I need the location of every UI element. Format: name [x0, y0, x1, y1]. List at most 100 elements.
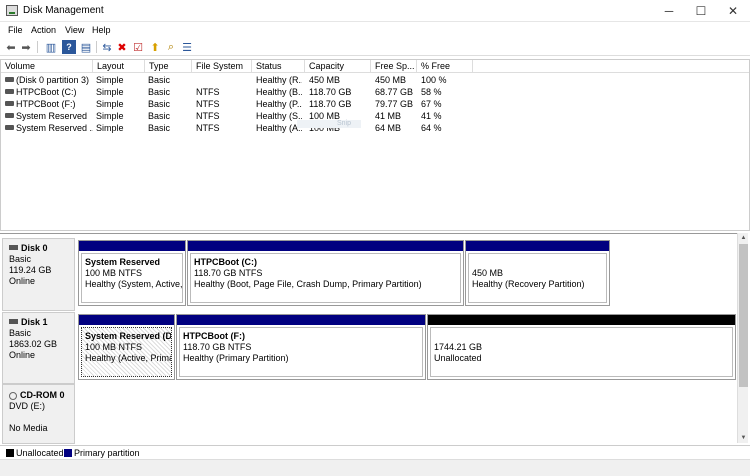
col-file-system[interactable]: File System — [192, 60, 252, 73]
back-icon[interactable]: ⬅ — [4, 40, 18, 54]
partition-recovery[interactable]: 450 MB Healthy (Recovery Partition) — [465, 240, 610, 306]
partition-status: Healthy (System, Active, Pr — [85, 279, 183, 289]
cell-file-system: NTFS — [196, 123, 220, 133]
col-volume[interactable]: Volume — [1, 60, 93, 73]
cell-type: Basic — [148, 123, 171, 133]
disk-state: Online — [9, 350, 36, 360]
volume-icon — [5, 89, 14, 95]
cell-volume: System Reserved ... — [5, 122, 93, 134]
unallocated-bar — [428, 315, 735, 325]
console-tree-icon[interactable]: ▥ — [44, 40, 58, 54]
menu-action[interactable]: Action — [31, 25, 56, 35]
partition-title — [472, 257, 603, 268]
partition-unallocated[interactable]: 1744.21 GB Unallocated — [427, 314, 736, 380]
cell-percent-free: 100 % — [421, 75, 447, 85]
help-icon[interactable]: ? — [62, 40, 76, 54]
col-type[interactable]: Type — [145, 60, 192, 73]
cell-type: Basic — [148, 111, 171, 121]
maximize-button[interactable]: ☐ — [684, 0, 718, 22]
partition-bar — [79, 315, 174, 325]
cell-free-space: 41 MB — [375, 111, 402, 121]
partition-title: HTPCBoot (F:) — [183, 331, 245, 341]
partition-size: 118.70 GB NTFS — [183, 342, 252, 352]
scroll-thumb[interactable] — [739, 244, 748, 387]
partition-size: 450 MB — [472, 268, 504, 278]
table-row[interactable]: System Reserved Simple Basic NTFS Health… — [1, 110, 749, 122]
cell-type: Basic — [148, 99, 171, 109]
list-icon[interactable]: ☰ — [180, 40, 194, 54]
disk-view-scrollbar[interactable]: ▲ ▼ — [737, 233, 748, 443]
cell-free-space: 64 MB — [375, 123, 402, 133]
disk-drive-icon — [9, 319, 18, 325]
partition-body: System Reserved 100 MB NTFS Healthy (Sys… — [81, 253, 183, 303]
partition-body-selected: System Reserved (D:) 100 MB NTFS Healthy… — [81, 327, 172, 377]
cell-file-system: NTFS — [196, 111, 220, 121]
menu-help[interactable]: Help — [92, 25, 111, 35]
partition-bar — [466, 241, 609, 251]
volume-icon — [5, 125, 14, 131]
col-percent-free[interactable]: % Free — [417, 60, 473, 73]
col-layout[interactable]: Layout — [93, 60, 145, 73]
scroll-down-arrow-icon[interactable]: ▼ — [738, 433, 749, 443]
search-icon[interactable]: ⌕ — [164, 40, 178, 54]
delete-icon[interactable]: ✖ — [115, 40, 129, 54]
partition-size: 1744.21 GB — [434, 342, 483, 352]
disk-graphical-view: Disk 0 Basic 119.24 GB Online System Res… — [0, 233, 737, 444]
partition-system-reserved[interactable]: System Reserved 100 MB NTFS Healthy (Sys… — [78, 240, 186, 306]
col-free-space[interactable]: Free Sp... — [371, 60, 417, 73]
partition-body: HTPCBoot (F:) 118.70 GB NTFS Healthy (Pr… — [179, 327, 423, 377]
cell-capacity: 118.70 GB — [309, 99, 352, 109]
partition-htpcboot-c[interactable]: HTPCBoot (C:) 118.70 GB NTFS Healthy (Bo… — [187, 240, 464, 306]
disk-state: Online — [9, 276, 36, 286]
disk-row-disk-0: Disk 0 Basic 119.24 GB Online System Res… — [0, 238, 737, 312]
partition-size: 118.70 GB NTFS — [194, 268, 263, 278]
col-capacity[interactable]: Capacity — [305, 60, 371, 73]
partition-title: HTPCBoot (C:) — [194, 257, 257, 267]
partition-body: 450 MB Healthy (Recovery Partition) — [468, 253, 607, 303]
connect-icon[interactable]: ⇆ — [100, 40, 114, 54]
disk-name: Disk 0 — [21, 243, 48, 253]
menu-view[interactable]: View — [65, 25, 84, 35]
cell-percent-free: 58 % — [421, 87, 442, 97]
col-status[interactable]: Status — [252, 60, 305, 73]
forward-icon[interactable]: ➡ — [19, 40, 33, 54]
legend: Unallocated Primary partition — [0, 445, 750, 459]
disk-1-label[interactable]: Disk 1 Basic 1863.02 GB Online — [2, 312, 75, 384]
disk-type: DVD (E:) — [9, 401, 45, 411]
cell-volume: (Disk 0 partition 3) — [5, 74, 93, 86]
partition-status: Unallocated — [434, 353, 482, 363]
table-row[interactable]: (Disk 0 partition 3) Simple Basic Health… — [1, 74, 749, 86]
table-row[interactable]: System Reserved ... Simple Basic NTFS He… — [1, 122, 749, 134]
cell-file-system: NTFS — [196, 87, 220, 97]
properties-icon[interactable]: ▤ — [79, 40, 93, 54]
close-button[interactable]: ✕ — [716, 0, 750, 22]
table-row[interactable]: HTPCBoot (F:) Simple Basic NTFS Healthy … — [1, 98, 749, 110]
disk-0-label[interactable]: Disk 0 Basic 119.24 GB Online — [2, 238, 75, 311]
disk-size: 1863.02 GB — [9, 339, 58, 349]
partition-system-reserved-d[interactable]: System Reserved (D:) 100 MB NTFS Healthy… — [78, 314, 175, 380]
scroll-up-arrow-icon[interactable]: ▲ — [738, 233, 749, 243]
volume-icon — [5, 77, 14, 83]
menu-file[interactable]: File — [8, 25, 23, 35]
partition-title — [434, 331, 729, 342]
cell-capacity: 118.70 GB — [309, 87, 352, 97]
minimize-button[interactable]: ─ — [652, 0, 686, 22]
cell-status: Healthy (A... — [256, 123, 302, 133]
table-row[interactable]: HTPCBoot (C:) Simple Basic NTFS Healthy … — [1, 86, 749, 98]
partition-htpcboot-f[interactable]: HTPCBoot (F:) 118.70 GB NTFS Healthy (Pr… — [176, 314, 426, 380]
cell-status: Healthy (B... — [256, 87, 302, 97]
partition-title: System Reserved (D:) — [85, 331, 172, 341]
partition-size: 100 MB NTFS — [85, 342, 143, 352]
toolbar: ⬅ ➡ ▥ ? ▤ ⇆ ✖ ☑ ⬆ ⌕ ☰ — [0, 38, 750, 56]
disk-state: No Media — [9, 423, 48, 433]
volume-icon — [5, 101, 14, 107]
partition-bar — [188, 241, 463, 251]
partition-body: HTPCBoot (C:) 118.70 GB NTFS Healthy (Bo… — [190, 253, 461, 303]
check-icon[interactable]: ☑ — [131, 40, 145, 54]
cdrom-0-label[interactable]: CD-ROM 0 DVD (E:) No Media — [2, 384, 75, 444]
primary-partition-swatch — [64, 449, 72, 457]
cell-status: Healthy (S... — [256, 111, 302, 121]
cell-layout: Simple — [96, 75, 124, 85]
status-bar — [0, 459, 750, 476]
up-icon[interactable]: ⬆ — [148, 40, 162, 54]
